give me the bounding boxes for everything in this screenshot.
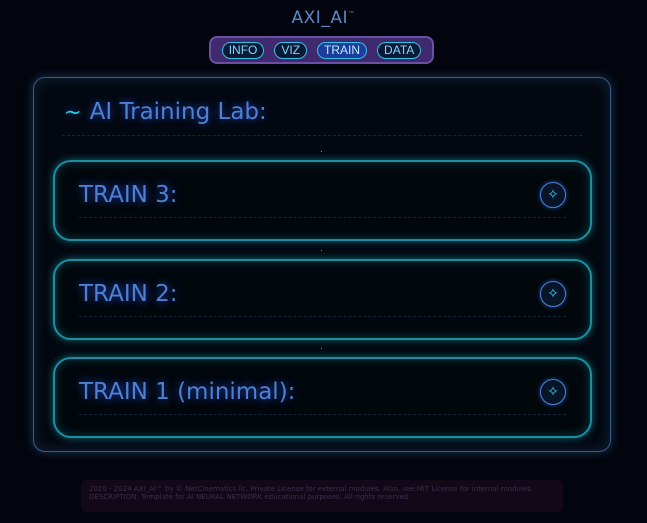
- card-divider: [79, 217, 566, 218]
- sparkle-icon[interactable]: ✧: [540, 281, 566, 307]
- separator-dot: [321, 348, 322, 349]
- train-1-card: TRAIN 1 (minimal): ✧: [53, 357, 592, 438]
- train-3-title: TRAIN 3:: [79, 182, 178, 208]
- nav-bar: INFO VIZ TRAIN DATA: [209, 36, 434, 64]
- footer: 2020 - 2024 AXI_AI™ by © NetCinematics l…: [81, 480, 563, 512]
- app-title-text: AXI_AI: [291, 8, 348, 28]
- separator-dot: [321, 151, 322, 152]
- sparkle-icon[interactable]: ✧: [540, 379, 566, 405]
- train-2-card: TRAIN 2: ✧: [53, 259, 592, 340]
- nav-viz-button[interactable]: VIZ: [274, 41, 308, 59]
- card-divider: [79, 316, 566, 317]
- trademark-mark: ™: [347, 10, 356, 18]
- train-3-card: TRAIN 3: ✧: [53, 160, 592, 241]
- train-1-title: TRAIN 1 (minimal):: [79, 379, 296, 405]
- sparkle-icon[interactable]: ✧: [540, 182, 566, 208]
- footer-description-text: DESCRIPTION: Template for AI NEURAL NETW…: [89, 493, 411, 501]
- app-title: AXI_AI™: [0, 8, 647, 28]
- separator-dot: [321, 250, 322, 251]
- lab-title: ~ AI Training Lab:: [64, 99, 267, 125]
- tilde-prefix: ~: [64, 100, 82, 124]
- lab-title-text: AI Training Lab:: [89, 99, 267, 125]
- nav-info-button[interactable]: INFO: [221, 41, 265, 59]
- footer-license-text: 2020 - 2024 AXI_AI™ by © NetCinematics l…: [89, 485, 533, 493]
- nav-data-button[interactable]: DATA: [377, 41, 422, 59]
- training-lab-panel: ~ AI Training Lab: TRAIN 3: ✧ TRAIN 2: ✧ …: [33, 77, 611, 452]
- train-2-title: TRAIN 2:: [79, 281, 178, 307]
- card-divider: [79, 414, 566, 415]
- nav-train-button[interactable]: TRAIN: [317, 41, 368, 59]
- lab-divider: [62, 135, 582, 136]
